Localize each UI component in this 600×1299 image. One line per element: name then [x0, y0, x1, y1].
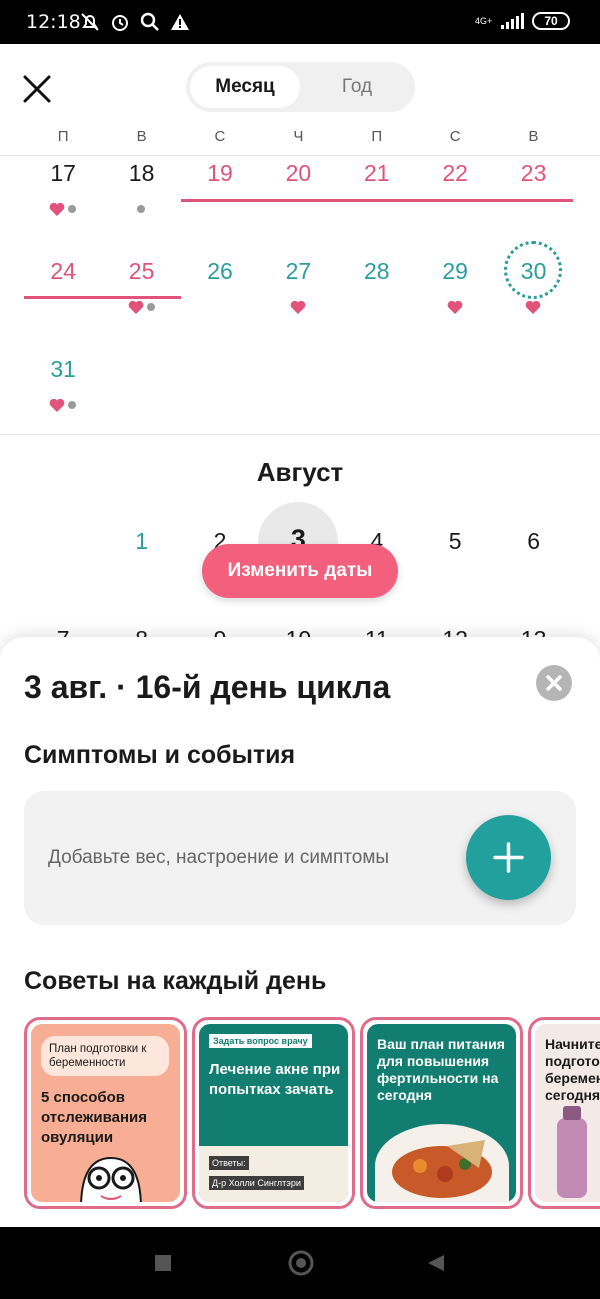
tip-doctor: Д-р Холли Синглтэри [209, 1176, 304, 1190]
add-symptoms-button[interactable] [466, 815, 551, 900]
water-bottle-image [557, 1106, 587, 1198]
sheet-title: 3 авг. · 16-й день цикла [24, 669, 391, 705]
close-icon [546, 675, 562, 691]
calendar-day[interactable]: 5 [416, 528, 494, 555]
close-sheet-button[interactable] [536, 665, 572, 701]
system-nav-bar [0, 1227, 600, 1299]
back-button[interactable] [426, 1253, 446, 1273]
circle-icon [288, 1250, 314, 1276]
tips-title: Советы на каждый день [24, 967, 327, 995]
recents-button[interactable] [153, 1253, 173, 1273]
tip-chip: План подготовки к беременности [41, 1036, 169, 1076]
tip-card[interactable]: Начните физически подготовку к беременно… [528, 1017, 600, 1209]
symptoms-card[interactable]: Добавьте вес, настроение и симптомы [24, 791, 576, 925]
food-plate-image [375, 1124, 509, 1202]
plus-icon [493, 842, 524, 873]
tip-answers-label: Ответы: [209, 1156, 249, 1170]
tip-card[interactable]: Ваш план питания для повышения фертильно… [360, 1017, 523, 1209]
square-icon [155, 1255, 171, 1271]
tip-title: Начните физически подготовку к беременно… [545, 1036, 600, 1103]
tip-card[interactable]: Задать вопрос врачу Лечение акне при поп… [192, 1017, 355, 1209]
day-details-sheet: 3 авг. · 16-й день цикла Симптомы и собы… [0, 637, 600, 1227]
change-dates-button[interactable]: Изменить даты [202, 544, 398, 598]
woman-illustration [80, 1156, 142, 1202]
calendar-day[interactable]: 6 [494, 528, 572, 555]
tips-carousel: План подготовки к беременности 5 способо… [24, 1017, 600, 1211]
calendar-day[interactable]: 1 [102, 528, 180, 555]
tip-title: Лечение акне при попытках зачать [209, 1061, 341, 1098]
tip-title: Ваш план питания для повышения фертильно… [377, 1036, 505, 1103]
symptoms-hint: Добавьте вес, настроение и симптомы [48, 847, 390, 868]
food-icon [392, 1140, 492, 1198]
tip-card[interactable]: План подготовки к беременности 5 способо… [24, 1017, 187, 1209]
home-button[interactable] [287, 1249, 315, 1277]
tip-footer [199, 1146, 348, 1202]
triangle-icon [428, 1255, 444, 1271]
symptoms-title: Симптомы и события [24, 741, 296, 769]
tip-tag: Задать вопрос врачу [209, 1034, 312, 1048]
tip-title: 5 способов отслеживания овуляции [41, 1089, 148, 1146]
